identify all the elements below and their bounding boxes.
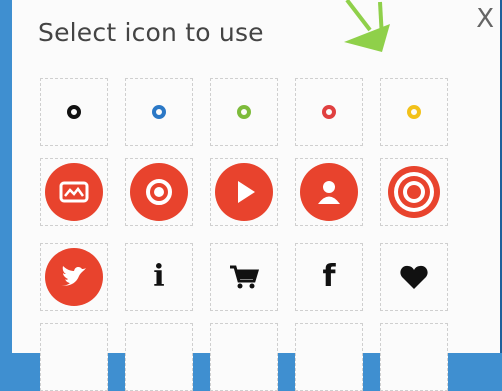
heart-icon [400, 265, 428, 289]
icon-option[interactable] [380, 158, 448, 226]
circle-black-icon [67, 105, 81, 119]
icon-option[interactable] [380, 78, 448, 146]
icon-option[interactable] [40, 323, 108, 391]
icon-option[interactable] [295, 323, 363, 391]
circle-yellow-icon [407, 105, 421, 119]
icon-option[interactable] [295, 78, 363, 146]
icon-option[interactable] [40, 78, 108, 146]
icon-option[interactable] [210, 158, 278, 226]
user-icon [300, 163, 358, 221]
twitter-icon [45, 248, 103, 306]
icon-picker-dialog: Select icon to use X i f [12, 0, 502, 391]
icon-option[interactable] [380, 323, 448, 391]
picture-icon [45, 163, 103, 221]
dialog-titlebar: Select icon to use X [12, 0, 502, 60]
icon-option[interactable] [125, 158, 193, 226]
facebook-icon: f [322, 259, 336, 294]
circle-red-icon [322, 105, 336, 119]
icon-option[interactable] [210, 243, 278, 311]
info-icon: i [153, 259, 165, 294]
play-icon [215, 163, 273, 221]
icon-option[interactable] [210, 323, 278, 391]
circle-green-icon [237, 105, 251, 119]
target-icon [385, 163, 443, 221]
icon-option[interactable]: i [125, 243, 193, 311]
icon-option[interactable] [125, 323, 193, 391]
icon-option[interactable] [40, 158, 108, 226]
dialog-title: Select icon to use [38, 18, 264, 47]
record-icon [130, 163, 188, 221]
cart-icon [230, 265, 260, 289]
icon-option[interactable] [380, 243, 448, 311]
icon-option[interactable] [295, 158, 363, 226]
icon-option[interactable]: f [295, 243, 363, 311]
circle-blue-icon [152, 105, 166, 119]
icon-option[interactable] [125, 78, 193, 146]
icon-option[interactable] [40, 243, 108, 311]
close-button[interactable]: X [476, 6, 494, 32]
icon-option[interactable] [210, 78, 278, 146]
